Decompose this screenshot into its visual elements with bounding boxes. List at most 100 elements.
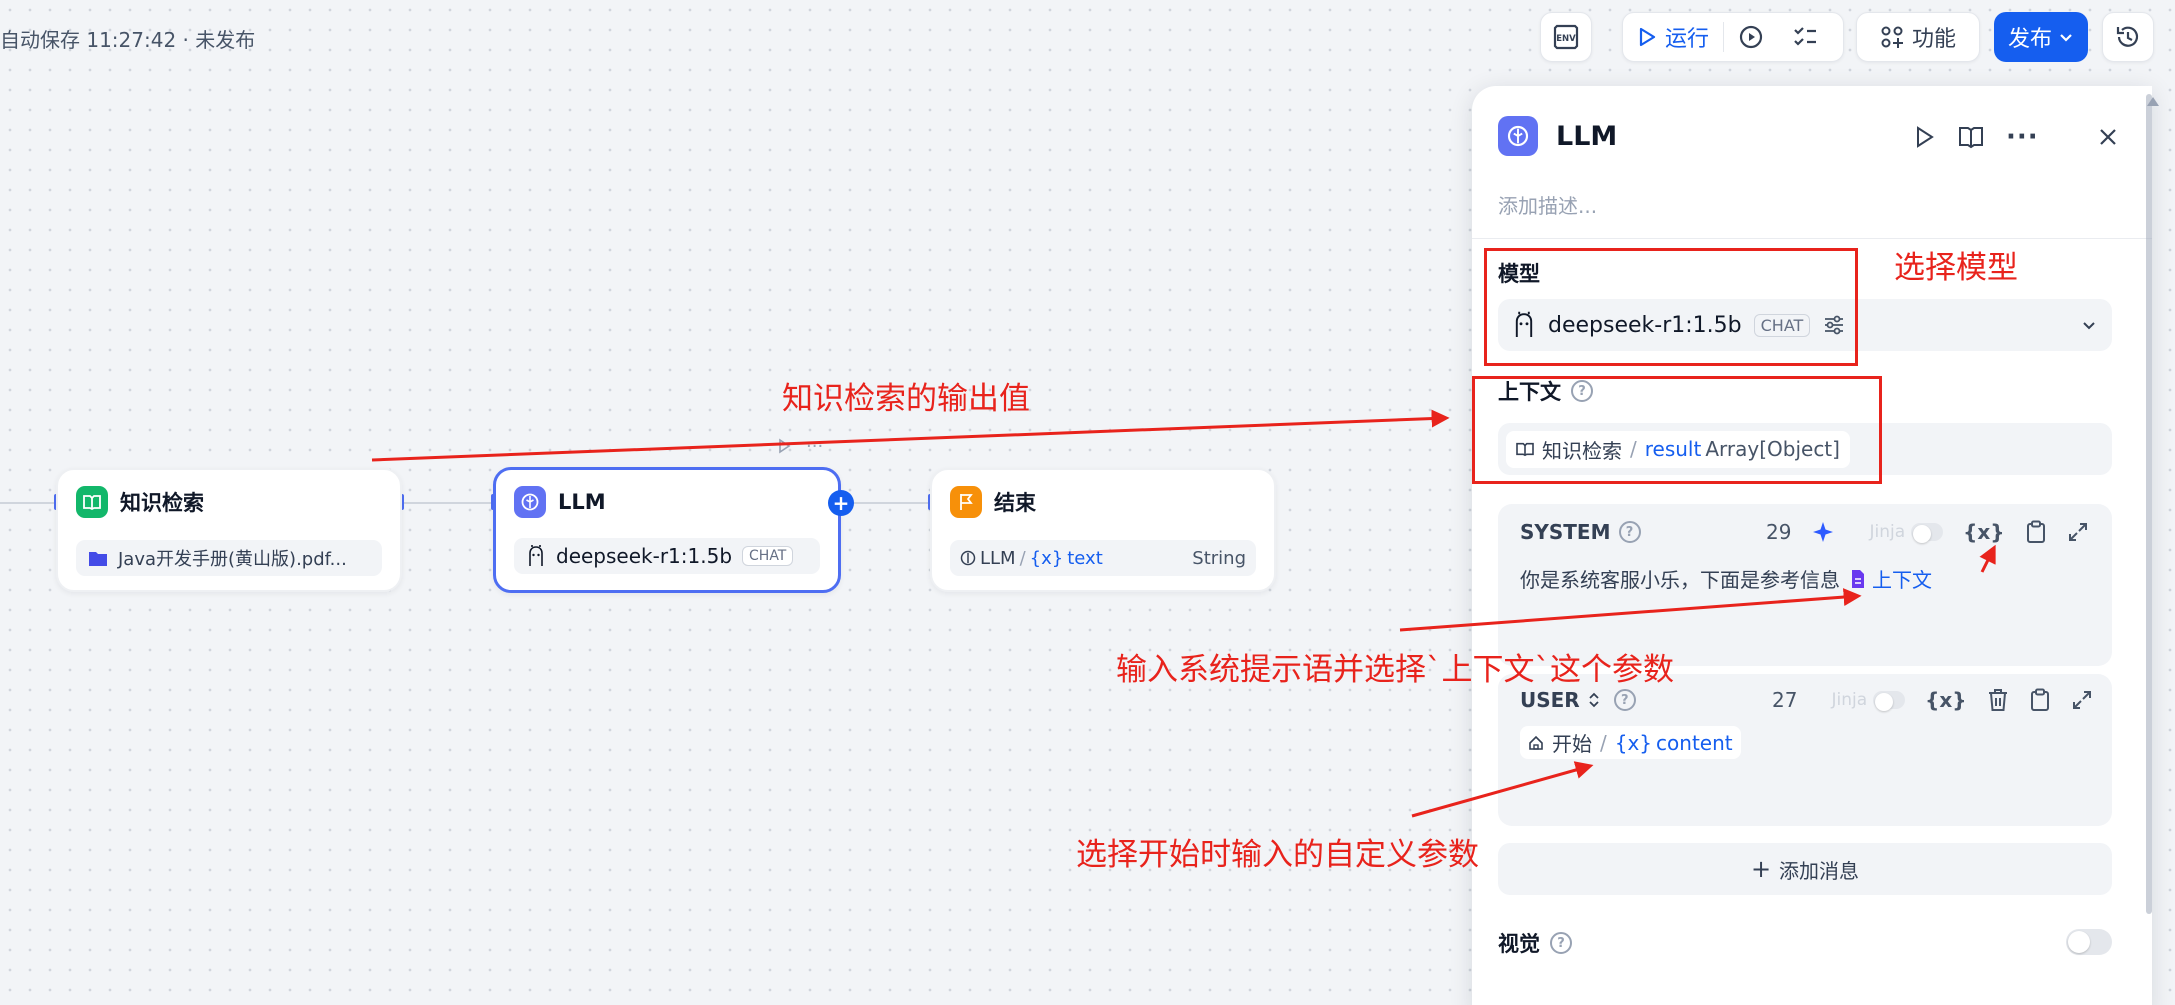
checklist-button[interactable] (1778, 13, 1832, 61)
annotation-box-model (1484, 248, 1858, 366)
llm-settings-panel: LLM ··· 添加描述... 模型 deepseek-r1:1.5b CHAT… (1472, 86, 2152, 1005)
llama-icon (526, 544, 546, 568)
variable-icon: {x} (1614, 730, 1653, 755)
docs-book-icon[interactable] (1958, 125, 1984, 149)
run-label: 运行 (1665, 27, 1710, 52)
expand-icon[interactable] (2071, 689, 2093, 711)
edge-llm-end (848, 502, 928, 504)
user-role: USER (1520, 688, 1580, 712)
run-node-icon[interactable] (1912, 125, 1936, 149)
system-message-tools: 29 Jinja {x} (1766, 520, 2089, 544)
sort-icon[interactable] (1588, 691, 1600, 709)
env-icon: ENV (1552, 23, 1580, 51)
grid-icon (1880, 25, 1904, 49)
user-jinja-toggle[interactable]: Jinja (1831, 690, 1906, 711)
jinja-switch[interactable] (1911, 523, 1944, 543)
chevron-down-icon (2058, 29, 2074, 45)
run-toolbar: 运行 (1622, 12, 1844, 62)
panel-scrollbar[interactable] (2146, 94, 2152, 914)
start-node-name: 开始 (1552, 732, 1592, 756)
path-separator: / (1019, 547, 1026, 569)
edge-knowledge-llm (403, 502, 493, 504)
vision-section-label: 视觉 ? (1498, 928, 1572, 958)
llm-node-model: deepseek-r1:1.5b (556, 544, 733, 568)
publish-button[interactable]: 发布 (1994, 12, 2088, 62)
context-token-chip[interactable]: 上下文 (1850, 564, 1932, 593)
history-icon (2114, 23, 2142, 51)
llm-node[interactable]: LLM deepseek-r1:1.5b CHAT (493, 467, 841, 593)
llm-small-icon (960, 550, 976, 566)
chevron-down-icon (2080, 316, 2098, 334)
sparkle-icon[interactable] (1811, 520, 1835, 544)
help-icon: ? (1550, 932, 1572, 954)
context-token-label: 上下文 (1872, 568, 1932, 592)
run-node-icon[interactable] (776, 438, 792, 454)
run-history-button[interactable] (1724, 13, 1778, 61)
start-variable-chip[interactable]: 开始 / {x} content (1520, 726, 1741, 759)
clipboard-icon[interactable] (2025, 520, 2047, 544)
system-text: 你是系统客服小乐，下面是参考信息 (1520, 568, 1840, 592)
run-button[interactable]: 运行 (1623, 13, 1723, 61)
llm-brain-icon (1498, 116, 1538, 156)
panel-divider (1472, 238, 2152, 239)
panel-title: LLM (1556, 120, 1618, 152)
publish-label: 发布 (2007, 27, 2052, 52)
edge-start-knowledge (0, 502, 56, 504)
scroll-up-arrow[interactable] (2146, 92, 2160, 111)
user-char-count: 27 (1772, 688, 1798, 712)
svg-text:ENV: ENV (1556, 34, 1576, 44)
add-next-node-button[interactable]: + (828, 490, 854, 516)
version-history-button[interactable] (2102, 12, 2154, 62)
home-icon (1528, 735, 1544, 751)
insert-variable-icon[interactable]: {x} (1925, 688, 1966, 712)
knowledge-file-name: Java开发手册(黄山版).pdf... (118, 549, 347, 570)
insert-variable-icon[interactable]: {x} (1963, 520, 2004, 544)
help-icon: ? (1613, 689, 1636, 711)
system-role-label: SYSTEM ? (1520, 520, 1641, 544)
clipboard-icon[interactable] (2029, 688, 2051, 712)
description-input[interactable]: 添加描述... (1498, 190, 1597, 219)
llm-node-quick-actions: ··· (776, 432, 823, 460)
expand-icon[interactable] (2067, 521, 2089, 543)
end-var-name: text (1067, 547, 1103, 569)
variable-icon: {x} (1029, 547, 1064, 569)
user-message-tools: 27 Jinja {x} (1772, 688, 2093, 712)
annotation-system-prompt: 输入系统提示语并选择`上下文`这个参数 (1116, 652, 1674, 688)
user-prompt-text[interactable]: 开始 / {x} content (1520, 726, 1741, 759)
add-message-button[interactable]: + 添加消息 (1498, 843, 2112, 895)
vision-label: 视觉 (1498, 932, 1540, 956)
features-label: 功能 (1911, 27, 1956, 52)
play-icon (1637, 26, 1657, 48)
more-icon[interactable]: ··· (806, 436, 823, 457)
end-var-type: String (1192, 547, 1246, 569)
trash-icon[interactable] (1987, 688, 2009, 712)
clock-play-icon (1738, 24, 1764, 50)
annotation-select-model: 选择模型 (1894, 250, 2018, 286)
folder-icon (88, 549, 108, 567)
close-icon[interactable] (2097, 126, 2119, 148)
user-role-label[interactable]: USER ? (1520, 688, 1636, 712)
add-message-label: 添加消息 (1779, 858, 1860, 883)
path-separator: / (1600, 730, 1607, 755)
more-options-icon[interactable]: ··· (2006, 122, 2039, 152)
knowledge-retrieval-node[interactable]: 知识检索 Java开发手册(黄山版).pdf... (56, 468, 402, 592)
llm-brain-icon (514, 486, 546, 518)
env-button[interactable]: ENV (1540, 12, 1592, 62)
system-jinja-toggle[interactable]: Jinja (1869, 522, 1944, 543)
help-icon: ? (1618, 521, 1641, 543)
vision-toggle[interactable] (2066, 929, 2112, 955)
llm-node-mode-badge: CHAT (742, 546, 794, 566)
book-icon (76, 486, 108, 518)
system-prompt-text[interactable]: 你是系统客服小乐，下面是参考信息 上下文 (1520, 564, 1932, 593)
jinja-label: Jinja (1831, 690, 1868, 710)
plus-icon: + (1750, 855, 1772, 883)
system-role: SYSTEM (1520, 520, 1611, 544)
user-message-card: USER ? 27 Jinja {x} 开始 / {x} content (1498, 674, 2112, 826)
llm-node-title: LLM (558, 490, 606, 514)
features-button[interactable]: 功能 (1856, 12, 1980, 62)
end-node[interactable]: 结束 LLM / {x} text String (930, 468, 1276, 592)
jinja-switch[interactable] (1873, 691, 1906, 711)
jinja-label: Jinja (1869, 522, 1906, 542)
system-message-card: SYSTEM ? 29 Jinja {x} 你是系统客服小乐，下面是参考信息 上… (1498, 504, 2112, 666)
knowledge-node-title: 知识检索 (120, 491, 204, 515)
